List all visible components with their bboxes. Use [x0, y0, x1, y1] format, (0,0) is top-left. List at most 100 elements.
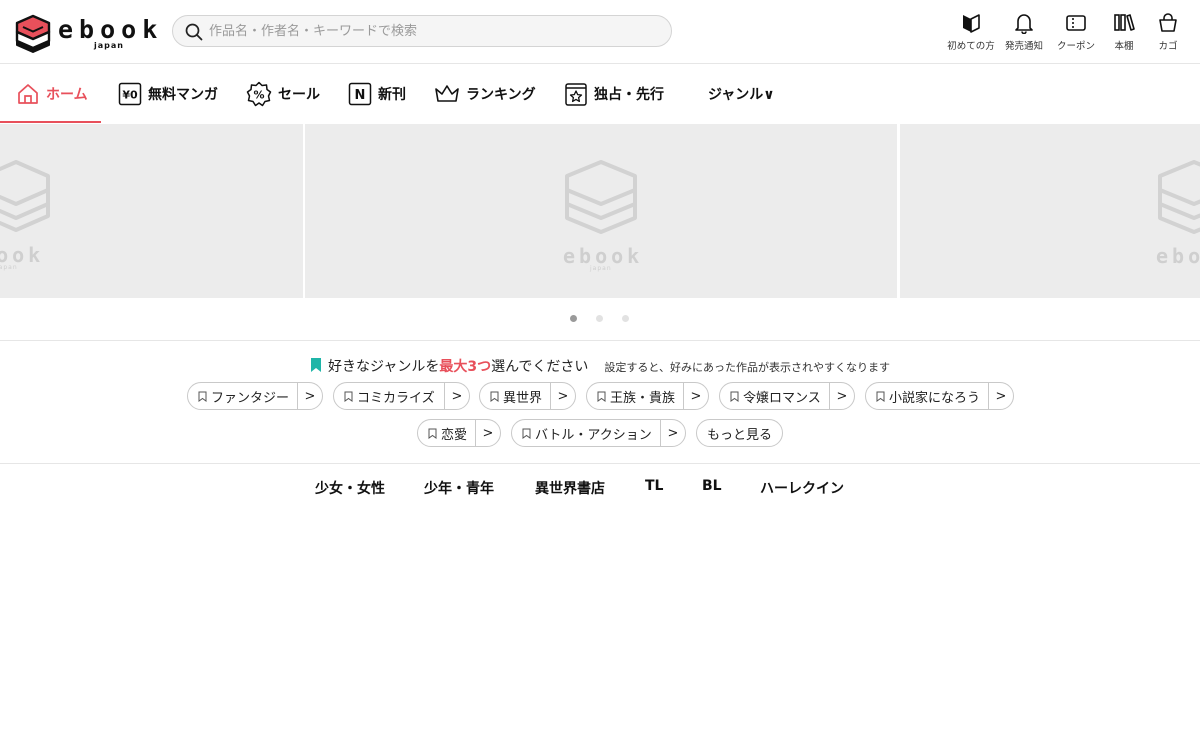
- nav-home[interactable]: ホーム: [16, 64, 88, 124]
- crown-icon: [435, 85, 459, 102]
- genre-chip-select[interactable]: バトル・アクション: [512, 420, 660, 446]
- bookmark-outline-icon: [344, 391, 353, 402]
- bookmark-icon: [311, 358, 322, 372]
- carousel-dot-2[interactable]: [596, 315, 603, 322]
- nav-exclusive-label: 独占・先行: [594, 87, 664, 103]
- bookmark-outline-icon: [490, 391, 499, 402]
- genre-title-em: 最大3つ: [439, 359, 492, 375]
- carousel-dot-3[interactable]: [622, 315, 629, 322]
- search-icon[interactable]: [185, 23, 203, 41]
- chevron-right-icon: >: [557, 388, 569, 404]
- chevron-right-icon: >: [451, 388, 463, 404]
- placeholder-book-icon: [1158, 160, 1200, 234]
- nav-genre-dropdown[interactable]: ジャンル∨: [708, 64, 775, 124]
- placeholder-book-icon: [0, 160, 50, 232]
- nav-ranking[interactable]: ランキング: [434, 64, 536, 124]
- genre-chip-arrow[interactable]: >: [660, 420, 685, 446]
- header-cart-button[interactable]: カゴ: [1152, 12, 1184, 56]
- genre-chip-arrow[interactable]: >: [988, 383, 1013, 409]
- genre-chip-select[interactable]: 異世界: [480, 383, 550, 409]
- section-divider: [0, 463, 1200, 464]
- carousel-slide-next[interactable]: ebook: [900, 124, 1200, 298]
- genre-more-label: もっと見る: [706, 427, 772, 443]
- bookmark-outline-icon: [876, 391, 885, 402]
- header-bookshelf-button[interactable]: 本棚: [1108, 12, 1140, 56]
- genre-chip[interactable]: バトル・アクション >: [511, 419, 686, 447]
- genre-chip-label: コミカライズ: [357, 390, 435, 406]
- bell-icon: [1015, 14, 1033, 34]
- genre-chip-label: 恋愛: [441, 427, 468, 443]
- genre-chip-select[interactable]: 王族・貴族: [587, 383, 683, 409]
- genre-chip[interactable]: 異世界 >: [479, 382, 576, 410]
- genre-chip-arrow[interactable]: >: [829, 383, 854, 409]
- genre-chip-label: ファンタジー: [211, 390, 290, 406]
- bookmark-outline-icon: [522, 428, 531, 439]
- carousel-dot-1[interactable]: [570, 315, 577, 322]
- genre-chip-select[interactable]: ファンタジー: [188, 383, 297, 409]
- genre-chip[interactable]: 王族・貴族 >: [586, 382, 709, 410]
- coupon-label: クーポン: [1056, 41, 1095, 52]
- nav-free-manga[interactable]: ¥0 無料マンガ: [118, 64, 218, 124]
- genre-picker-heading: 好きなジャンルを最大3つ選んでください 設定すると、好みにあった作品が表示されやす…: [0, 356, 1200, 376]
- logo-book-icon: [15, 14, 51, 53]
- bookmark-outline-icon: [198, 391, 207, 402]
- genre-chip-arrow[interactable]: >: [550, 383, 575, 409]
- genre-chip-select[interactable]: 恋愛: [418, 420, 475, 446]
- genre-chip-arrow[interactable]: >: [683, 383, 708, 409]
- sale-badge: %: [253, 89, 264, 102]
- subnav-isekai-store[interactable]: 異世界書店: [535, 478, 605, 498]
- cart-label: カゴ: [1158, 41, 1178, 52]
- nav-sale[interactable]: % セール: [246, 64, 320, 124]
- nav-new-release[interactable]: N 新刊: [348, 64, 406, 124]
- genre-chip-arrow[interactable]: >: [444, 383, 469, 409]
- header-beginner-button[interactable]: 初めての方: [944, 12, 998, 56]
- carousel-slide-prev[interactable]: ebook japan: [0, 124, 303, 298]
- genre-chip[interactable]: 恋愛 >: [417, 419, 501, 447]
- subnav-tl[interactable]: TL: [645, 478, 663, 494]
- genre-chip[interactable]: 令嬢ロマンス >: [719, 382, 855, 410]
- search-input[interactable]: [209, 20, 659, 42]
- genre-chip-label: バトル・アクション: [535, 427, 652, 443]
- nav-ranking-label: ランキング: [466, 87, 536, 103]
- chevron-right-icon: >: [995, 388, 1007, 404]
- chevron-right-icon: >: [690, 388, 702, 404]
- cart-icon: [1159, 13, 1177, 32]
- chevron-right-icon: >: [304, 388, 316, 404]
- genre-chip-label: 小説家になろう: [889, 390, 981, 406]
- genre-chip[interactable]: ファンタジー >: [187, 382, 323, 410]
- logo-text: ebook: [58, 15, 164, 44]
- nav-active-underline: [0, 121, 101, 123]
- genre-chip-select[interactable]: 小説家になろう: [866, 383, 988, 409]
- new-badge: N: [355, 88, 366, 103]
- genre-chip-arrow[interactable]: >: [475, 420, 500, 446]
- placeholder-logo-subtext: japan: [590, 265, 612, 272]
- subnav-bl[interactable]: BL: [702, 478, 722, 494]
- banner-carousel[interactable]: ebook japan ebook japan ebook: [0, 124, 1200, 298]
- header-coupon-button[interactable]: クーポン: [1054, 12, 1098, 56]
- genre-note: 設定すると、好みにあった作品が表示されやすくなります: [604, 361, 890, 374]
- genre-chip[interactable]: 小説家になろう >: [865, 382, 1014, 410]
- genre-chip-label: 王族・貴族: [610, 390, 676, 406]
- placeholder-book-icon: [565, 160, 637, 234]
- logo-subtext: japan: [94, 41, 124, 50]
- nav-exclusive[interactable]: 独占・先行: [564, 64, 664, 124]
- bookmark-outline-icon: [428, 428, 437, 439]
- header-release-notice-button[interactable]: 発売通知: [1002, 12, 1046, 56]
- genre-more-button[interactable]: もっと見る: [696, 419, 783, 447]
- home-icon: [18, 84, 38, 104]
- placeholder-logo-subtext: japan: [0, 264, 18, 271]
- subnav-shojo-josei[interactable]: 少女・女性: [315, 478, 385, 498]
- genre-chip[interactable]: コミカライズ >: [333, 382, 470, 410]
- section-divider: [0, 340, 1200, 341]
- search-box[interactable]: [172, 15, 672, 47]
- nav-new-release-label: 新刊: [378, 87, 406, 103]
- ebook-japan-logo[interactable]: ebook japan: [14, 14, 157, 54]
- genre-chip-label: 令嬢ロマンス: [743, 390, 821, 406]
- carousel-slide-current[interactable]: ebook japan: [305, 124, 897, 298]
- nav-free-manga-label: 無料マンガ: [148, 87, 218, 103]
- subnav-harlequin[interactable]: ハーレクイン: [760, 478, 844, 498]
- genre-chip-select[interactable]: 令嬢ロマンス: [720, 383, 829, 409]
- genre-chip-arrow[interactable]: >: [297, 383, 322, 409]
- genre-chip-select[interactable]: コミカライズ: [334, 383, 444, 409]
- subnav-shonen-seinen[interactable]: 少年・青年: [424, 478, 494, 498]
